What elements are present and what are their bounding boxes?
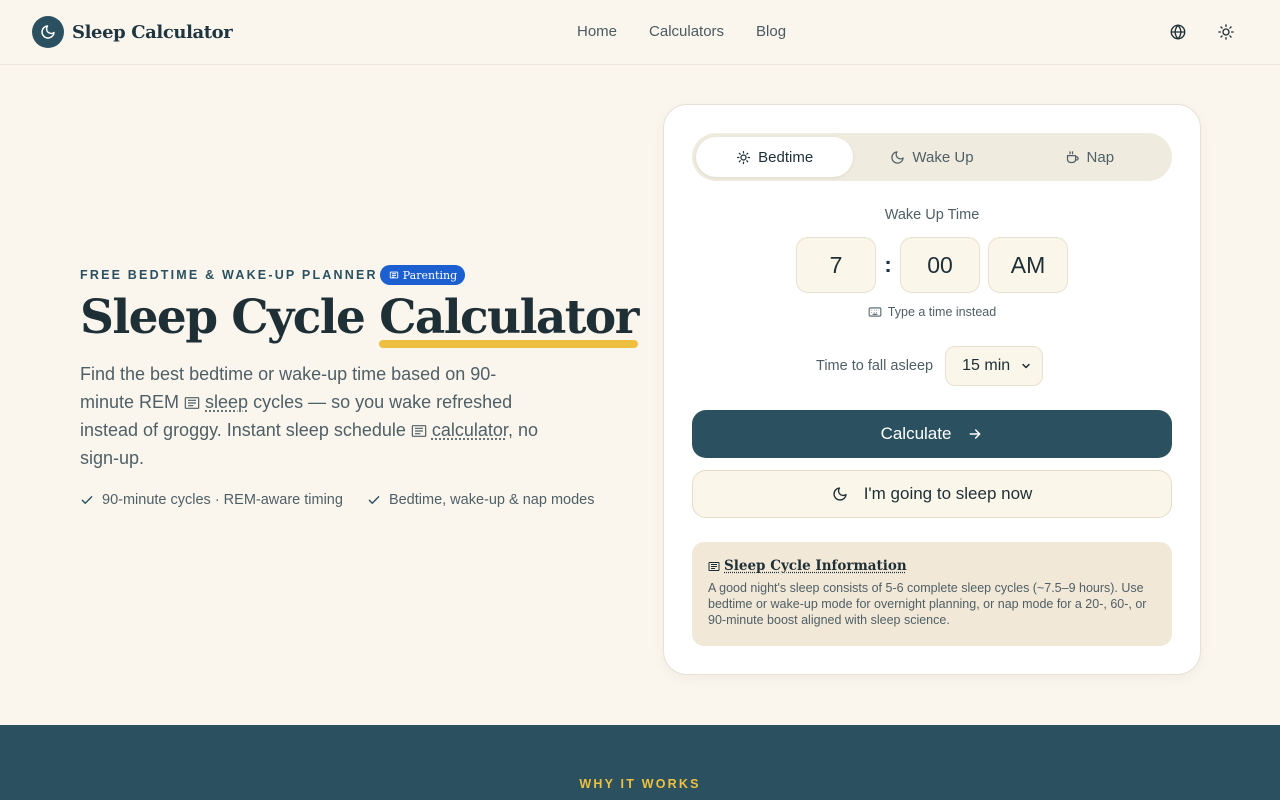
- hero-eyebrow: FREE BEDTIME & WAKE-UP PLANNER: [80, 268, 378, 282]
- info-panel: Sleep Cycle Information A good night's s…: [692, 542, 1172, 646]
- moon-icon: [891, 150, 905, 164]
- brand-logo[interactable]: Sleep Calculator: [32, 16, 233, 48]
- page-title-highlight: Calculator: [379, 290, 639, 348]
- section-eyebrow: WHY IT WORKS: [579, 777, 701, 791]
- period-toggle[interactable]: AM: [988, 237, 1068, 293]
- tab-wake-up[interactable]: Wake Up: [853, 137, 1010, 177]
- glossary-link-calculator[interactable]: calculator: [432, 420, 508, 440]
- fall-asleep-row: Time to fall asleep 15 min: [816, 346, 1044, 386]
- minute-input[interactable]: 00: [900, 237, 980, 293]
- type-time-label: Type a time instead: [887, 305, 997, 319]
- brand-name: Sleep Calculator: [72, 21, 233, 43]
- nav-home[interactable]: Home: [577, 23, 617, 40]
- chevron-down-icon: [1022, 363, 1030, 369]
- calculator-card: Bedtime Wake Up Nap Wake Up Time 7 : 00 …: [663, 104, 1201, 675]
- page-title: Sleep Cycle Calculator: [80, 290, 639, 348]
- info-title-link[interactable]: Sleep Cycle Information: [724, 558, 907, 574]
- nav-calculators[interactable]: Calculators: [649, 23, 724, 40]
- newspaper-icon: [708, 561, 720, 571]
- tab-label: Bedtime: [758, 148, 814, 166]
- hero-description: Find the best bedtime or wake-up time ba…: [80, 360, 550, 472]
- info-body: A good night's sleep consists of 5-6 com…: [708, 581, 1147, 627]
- tab-label: Nap: [1086, 148, 1115, 166]
- coffee-icon: [1066, 150, 1079, 163]
- check-icon: [81, 496, 93, 504]
- type-time-link[interactable]: Type a time instead: [664, 305, 1200, 319]
- main-nav: Home Calculators Blog: [577, 23, 786, 40]
- hour-input[interactable]: 7: [796, 237, 876, 293]
- sleep-now-button[interactable]: I'm going to sleep now: [692, 470, 1172, 518]
- glossary-link-sleep[interactable]: sleep: [205, 392, 248, 412]
- calculate-label: Calculate: [880, 424, 952, 443]
- fall-asleep-label: Time to fall asleep: [816, 358, 934, 374]
- arrow-right-icon: [970, 429, 981, 439]
- moon-logo-icon: [32, 16, 64, 48]
- time-picker: 7 : 00 AM: [796, 237, 1068, 293]
- feature-checks: 90-minute cycles · REM-aware timing Bedt…: [80, 492, 594, 508]
- category-badge-label: Parenting: [402, 268, 458, 282]
- tab-label: Wake Up: [912, 148, 974, 166]
- nav-blog[interactable]: Blog: [756, 23, 786, 40]
- category-badge[interactable]: Parenting: [379, 265, 466, 285]
- feature-check-label: 90-minute cycles · REM-aware timing: [102, 492, 343, 508]
- check-icon: [368, 496, 380, 504]
- mode-tabs: Bedtime Wake Up Nap: [692, 133, 1172, 181]
- sleep-now-label: I'm going to sleep now: [863, 484, 1033, 503]
- feature-check-item: Bedtime, wake-up & nap modes: [367, 492, 595, 508]
- newspaper-icon: [411, 425, 427, 437]
- site-header: Sleep Calculator Home Calculators Blog: [0, 0, 1280, 65]
- why-it-works-section: WHY IT WORKS: [0, 725, 1280, 800]
- globe-icon[interactable]: [1166, 20, 1190, 44]
- info-title: Sleep Cycle Information: [708, 558, 1156, 574]
- time-separator: :: [884, 252, 892, 277]
- newspaper-icon: [184, 397, 200, 409]
- sun-icon: [737, 150, 751, 164]
- sun-icon[interactable]: [1214, 20, 1238, 44]
- keyboard-icon: [868, 307, 882, 317]
- newspaper-icon: [389, 271, 398, 279]
- fall-asleep-select[interactable]: 15 min: [945, 346, 1044, 386]
- moon-icon: [833, 487, 847, 501]
- feature-check-item: 90-minute cycles · REM-aware timing: [80, 492, 343, 508]
- time-field-label: Wake Up Time: [884, 207, 980, 223]
- feature-check-label: Bedtime, wake-up & nap modes: [388, 492, 595, 508]
- tab-nap[interactable]: Nap: [1011, 137, 1168, 177]
- fall-asleep-value: 15 min: [962, 357, 1011, 374]
- tab-bedtime[interactable]: Bedtime: [696, 137, 854, 177]
- calculate-button[interactable]: Calculate: [692, 410, 1172, 458]
- hero-eyebrow-row: FREE BEDTIME & WAKE-UP PLANNER Parenting: [80, 265, 466, 285]
- page-title-plain: Sleep Cycle: [80, 290, 380, 345]
